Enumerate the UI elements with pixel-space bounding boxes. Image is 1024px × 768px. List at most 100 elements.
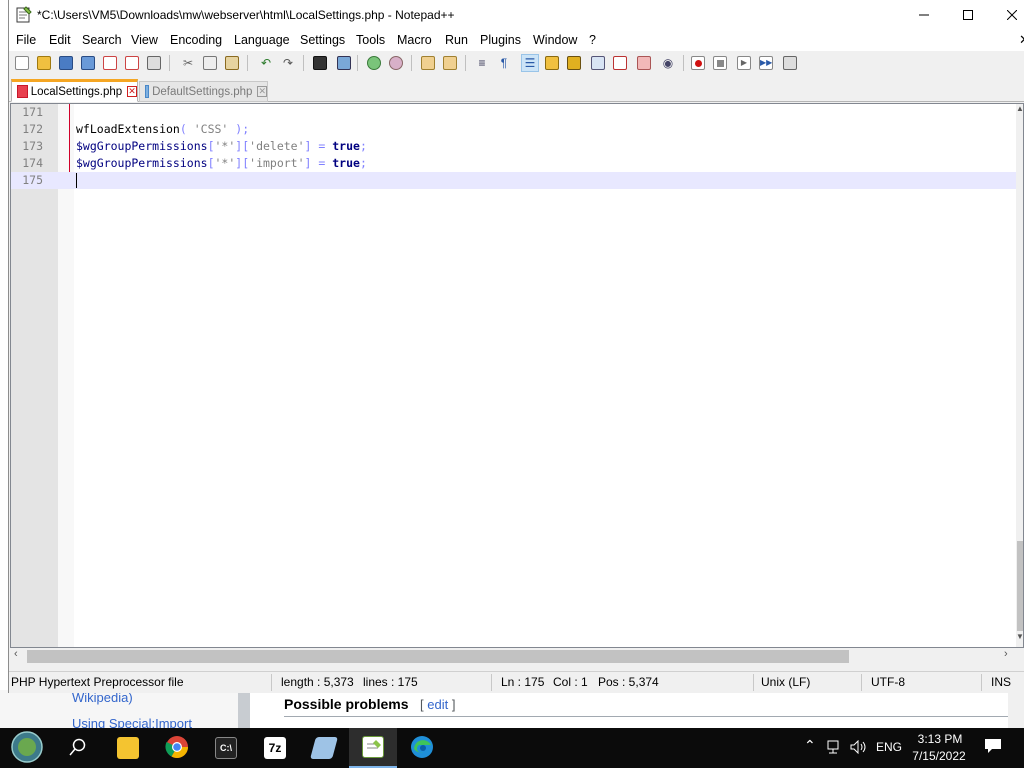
- status-bar: PHP Hypertext Preprocessor file length :…: [9, 671, 1024, 693]
- monitoring-icon[interactable]: ◉: [659, 54, 677, 72]
- stop-macro-icon[interactable]: [711, 54, 729, 72]
- save-all-icon[interactable]: [79, 54, 97, 72]
- tab-close-icon[interactable]: ✕: [127, 86, 137, 97]
- tab-localsettings[interactable]: LocalSettings.php ✕: [11, 79, 138, 102]
- save-macro-icon[interactable]: [781, 54, 799, 72]
- tab-bar: LocalSettings.php ✕ DefaultSettings.php …: [9, 76, 1024, 102]
- status-line-ending[interactable]: Unix (LF): [761, 675, 810, 689]
- copy-icon[interactable]: [201, 54, 219, 72]
- volume-icon[interactable]: [850, 739, 868, 757]
- sync-horizontal-icon[interactable]: [441, 54, 459, 72]
- menu-settings[interactable]: Settings: [300, 33, 345, 47]
- background-import-link[interactable]: Using Special:Import: [72, 716, 192, 728]
- tab-defaultsettings[interactable]: DefaultSettings.php ✕: [139, 81, 268, 102]
- menu-language[interactable]: Language: [234, 33, 290, 47]
- clock-date[interactable]: 7/15/2022: [906, 749, 972, 763]
- vertical-scrollbar[interactable]: ▲ ▼: [1016, 104, 1023, 647]
- input-language[interactable]: ENG: [876, 740, 902, 754]
- tab-close-icon[interactable]: ✕: [257, 86, 267, 97]
- taskbar-chrome[interactable]: [153, 728, 201, 768]
- scroll-left-icon[interactable]: ‹: [14, 648, 18, 660]
- code-token: '*': [214, 139, 236, 153]
- vertical-scroll-thumb[interactable]: [1017, 541, 1023, 631]
- code-editor[interactable]: 171 172 wfLoadExtension( 'CSS' ); 173 $wgGro…: [10, 103, 1024, 648]
- document-map-icon[interactable]: [565, 54, 583, 72]
- scroll-right-icon[interactable]: ›: [1004, 648, 1008, 660]
- status-encoding[interactable]: UTF-8: [871, 675, 905, 689]
- start-button[interactable]: [3, 728, 51, 768]
- menu-encoding[interactable]: Encoding: [170, 33, 222, 47]
- document-list-icon[interactable]: [589, 54, 607, 72]
- run-macro-multiple-icon[interactable]: ▶▶: [757, 54, 775, 72]
- network-icon[interactable]: [827, 740, 843, 757]
- record-macro-icon[interactable]: [689, 54, 707, 72]
- menu-help[interactable]: ?: [589, 33, 596, 47]
- maximize-button[interactable]: [945, 0, 991, 30]
- sync-vertical-icon[interactable]: [419, 54, 437, 72]
- taskbar-file-explorer[interactable]: [104, 728, 152, 768]
- menu-macro[interactable]: Macro: [397, 33, 432, 47]
- document-close-icon[interactable]: ✕: [1019, 32, 1024, 48]
- word-wrap-icon[interactable]: ≡: [473, 54, 491, 72]
- notifications-icon[interactable]: [984, 738, 1002, 757]
- undo-icon[interactable]: ↶: [257, 54, 275, 72]
- menu-search[interactable]: Search: [82, 33, 122, 47]
- line-number: 173: [22, 139, 43, 153]
- code-line[interactable]: 173 $wgGroupPermissions['*']['delete'] = …: [11, 138, 1016, 155]
- taskbar-pen-app[interactable]: [300, 728, 348, 768]
- code-line[interactable]: 171: [11, 104, 1016, 121]
- zoom-in-icon[interactable]: [365, 54, 383, 72]
- status-insert-mode[interactable]: INS: [991, 675, 1011, 689]
- user-language-icon[interactable]: [543, 54, 561, 72]
- paste-icon[interactable]: [223, 54, 241, 72]
- taskbar-search[interactable]: [54, 728, 102, 768]
- menu-run[interactable]: Run: [445, 33, 468, 47]
- folder-as-workspace-icon[interactable]: [635, 54, 653, 72]
- show-hidden-icons-icon[interactable]: ⌃: [804, 737, 816, 754]
- menu-tools[interactable]: Tools: [356, 33, 385, 47]
- title-bar[interactable]: *C:\Users\VM5\Downloads\mw\webserver\htm…: [9, 0, 1024, 30]
- background-scrollbar[interactable]: [1008, 690, 1024, 728]
- save-icon[interactable]: [57, 54, 75, 72]
- toolbar-separator: [411, 55, 412, 71]
- horizontal-scrollbar[interactable]: ‹ ›: [10, 648, 1024, 665]
- menu-window[interactable]: Window: [533, 33, 577, 47]
- close-button[interactable]: [989, 0, 1024, 30]
- print-icon[interactable]: [145, 54, 163, 72]
- line-number: 174: [22, 156, 43, 170]
- close-file-icon[interactable]: [101, 54, 119, 72]
- code-line[interactable]: 175: [11, 172, 1016, 189]
- taskbar-notepadpp[interactable]: [349, 728, 397, 768]
- clock-time[interactable]: 3:13 PM: [912, 732, 968, 746]
- show-all-characters-icon[interactable]: ¶: [495, 54, 513, 72]
- play-macro-icon[interactable]: ▶: [735, 54, 753, 72]
- indent-guide-icon[interactable]: ☰: [521, 54, 539, 72]
- toolbar-separator: [303, 55, 304, 71]
- find-icon[interactable]: [311, 54, 329, 72]
- replace-icon[interactable]: [335, 54, 353, 72]
- horizontal-scroll-thumb[interactable]: [27, 650, 849, 663]
- edge-icon: [410, 735, 434, 762]
- minimize-button[interactable]: [901, 0, 947, 30]
- menu-edit[interactable]: Edit: [49, 33, 71, 47]
- menu-view[interactable]: View: [131, 33, 158, 47]
- menu-plugins[interactable]: Plugins: [480, 33, 521, 47]
- background-edit-link[interactable]: [ edit ]: [420, 697, 455, 712]
- function-list-icon[interactable]: [611, 54, 629, 72]
- taskbar-terminal[interactable]: C:\: [202, 728, 250, 768]
- zoom-out-icon[interactable]: [387, 54, 405, 72]
- notepadpp-window: *C:\Users\VM5\Downloads\mw\webserver\htm…: [8, 0, 1024, 693]
- redo-icon[interactable]: ↷: [279, 54, 297, 72]
- code-line[interactable]: 172 wfLoadExtension( 'CSS' );: [11, 121, 1016, 138]
- code-line[interactable]: 174 $wgGroupPermissions['*']['import'] = …: [11, 155, 1016, 172]
- open-file-icon[interactable]: [35, 54, 53, 72]
- taskbar-edge[interactable]: [398, 728, 446, 768]
- scroll-down-icon[interactable]: ▼: [1016, 632, 1023, 641]
- taskbar-7zip[interactable]: 7z: [251, 728, 299, 768]
- new-file-icon[interactable]: [13, 54, 31, 72]
- status-position: Pos : 5,374: [598, 675, 659, 689]
- menu-file[interactable]: File: [16, 33, 36, 47]
- cut-icon[interactable]: ✂: [179, 54, 197, 72]
- close-all-icon[interactable]: [123, 54, 141, 72]
- scroll-up-icon[interactable]: ▲: [1016, 104, 1023, 113]
